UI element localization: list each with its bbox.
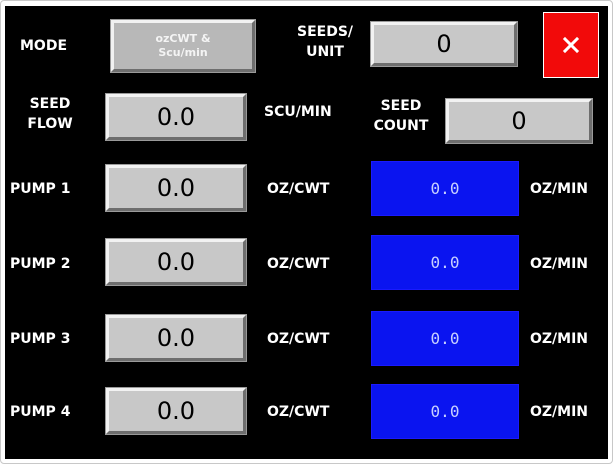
- mode-button[interactable]: ozCWT & Scu/min: [110, 19, 256, 73]
- pump-flow-unit: OZ/MIN: [530, 256, 589, 272]
- pump-rate-unit: OZ/CWT: [267, 181, 330, 197]
- pump-rate-unit: OZ/CWT: [267, 404, 330, 420]
- seed-flow-label-line2: FLOW: [27, 116, 73, 132]
- close-button[interactable]: [543, 12, 599, 78]
- pump-flow-display: 0.0: [371, 235, 519, 290]
- pump-flow-unit: OZ/MIN: [530, 331, 589, 347]
- pump-flow-display: 0.0: [371, 384, 519, 439]
- pump-rate-button[interactable]: 0.0: [105, 238, 247, 286]
- seeds-per-unit-label-line2: UNIT: [306, 44, 344, 60]
- pump-label: PUMP 2: [10, 256, 71, 272]
- pump-flow-unit: OZ/MIN: [530, 181, 589, 197]
- pump-label: PUMP 1: [10, 181, 71, 197]
- pump-rate-button[interactable]: 0.0: [105, 164, 247, 212]
- seeds-per-unit-label-line1: SEEDS/: [296, 24, 354, 40]
- seed-flow-unit: SCU/MIN: [264, 104, 332, 120]
- seed-count-label-line1: SEED: [380, 98, 422, 114]
- seed-count-label-line2: COUNT: [373, 118, 429, 134]
- pump-flow-display: 0.0: [371, 161, 519, 216]
- seed-flow-label-line1: SEED: [29, 96, 71, 112]
- close-icon: [562, 36, 580, 54]
- seeds-per-unit-label: SEEDS/ UNIT: [283, 22, 367, 62]
- hmi-panel-frame: MODE ozCWT & Scu/min SEEDS/ UNIT 0 SEED …: [0, 0, 613, 464]
- seed-flow-button[interactable]: 0.0: [105, 93, 247, 141]
- hmi-screen: MODE ozCWT & Scu/min SEEDS/ UNIT 0 SEED …: [5, 6, 608, 459]
- pump-rate-unit: OZ/CWT: [267, 256, 330, 272]
- pump-rate-button[interactable]: 0.0: [105, 314, 247, 362]
- pump-rate-unit: OZ/CWT: [267, 331, 330, 347]
- mode-button-line2: Scu/min: [158, 46, 208, 59]
- mode-label: MODE: [20, 38, 68, 54]
- pump-label: PUMP 4: [10, 404, 71, 420]
- seed-count-button[interactable]: 0: [445, 98, 593, 144]
- pump-label: PUMP 3: [10, 331, 71, 347]
- pump-rate-button[interactable]: 0.0: [105, 387, 247, 435]
- seed-count-label: SEED COUNT: [361, 96, 441, 136]
- pump-flow-unit: OZ/MIN: [530, 404, 589, 420]
- seed-flow-label: SEED FLOW: [15, 94, 85, 134]
- pump-flow-display: 0.0: [371, 311, 519, 366]
- seeds-per-unit-button[interactable]: 0: [370, 21, 518, 67]
- mode-button-line1: ozCWT &: [155, 32, 211, 45]
